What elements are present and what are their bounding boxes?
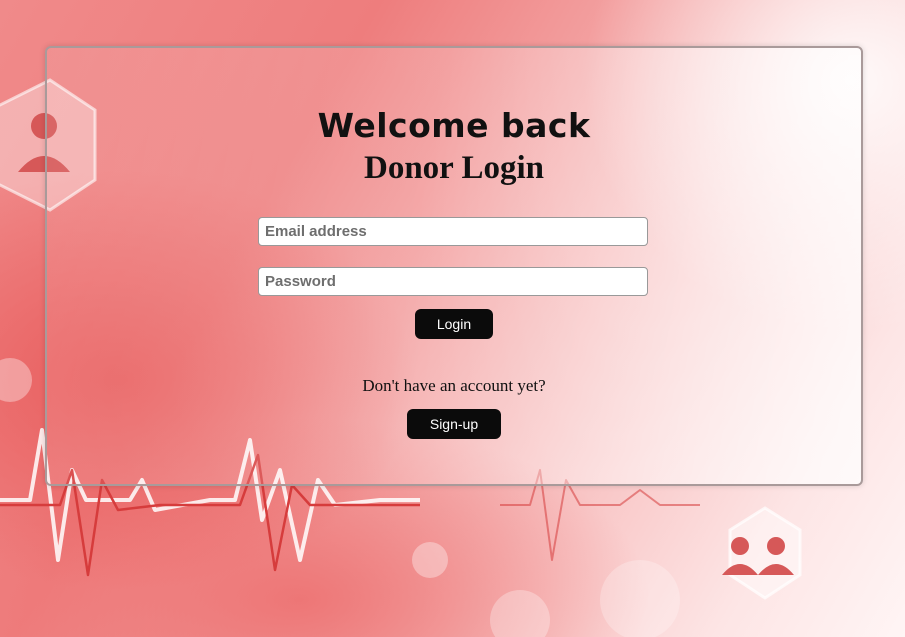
page-subtitle: Donor Login [363, 150, 545, 186]
email-field[interactable] [258, 217, 648, 246]
signup-button[interactable]: Sign-up [407, 409, 501, 439]
login-card: Welcome back Donor Login Login Don't hav… [45, 46, 863, 486]
people-icon [722, 506, 802, 600]
page-title: Welcome back [317, 106, 591, 145]
password-field[interactable] [258, 267, 648, 296]
signup-prompt: Don't have an account yet? [362, 376, 546, 395]
login-button[interactable]: Login [415, 309, 493, 339]
